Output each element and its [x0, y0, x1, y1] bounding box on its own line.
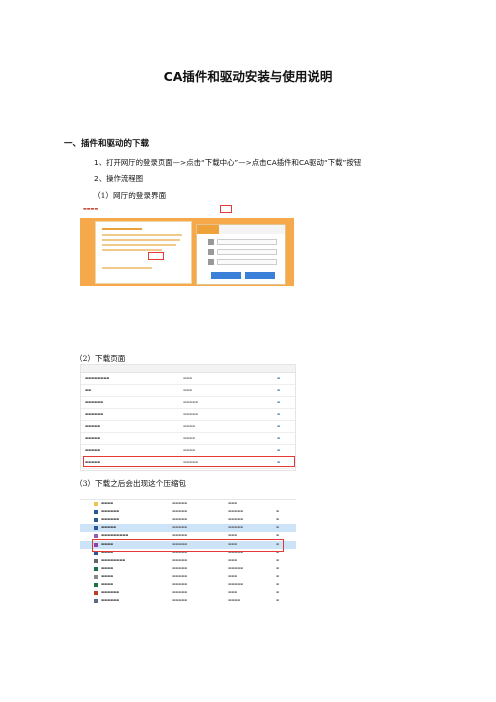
download-row: ▬▬▬▬▬▬▬▬▬▬▬▬	[81, 409, 295, 421]
download-row: ▬▬▬▬▬ ▬▬▬▬ ▬	[81, 421, 295, 433]
caption-login-page: （1）网厅的登录界面	[93, 191, 167, 200]
file-row: ▬▬▬▬▬▬▬▬▬▬▬▬▬▬▬▬	[80, 524, 296, 532]
screenshot-footer	[80, 286, 294, 302]
site-logo: ▬▬▬▬	[83, 206, 99, 211]
download-page-screenshot: ▬▬▬▬▬▬▬▬ ▬▬▬ ▬ ▬▬ ▬▬▬ ▬ ▬▬▬▬▬▬ ▬▬▬▬▬ ▬ ▬▬▬▬▬▬ ▬…	[80, 364, 296, 471]
file-row: ▬▬▬▬ ▬▬▬▬▬ ▬▬▬	[80, 500, 296, 508]
download-row: ▬▬ ▬▬▬ ▬	[81, 385, 295, 397]
ca-download-highlight	[83, 456, 295, 467]
document-title: CA插件和驱动安装与使用说明	[163, 69, 333, 84]
file-row: ▬▬▬▬▬▬▬▬▬▬▬▬▬▬▬▬▬	[80, 508, 296, 516]
file-row: ▬▬▬▬ ▬▬▬▬▬ ▬▬▬ ▬	[80, 573, 296, 581]
file-list-header	[80, 490, 296, 500]
file-row: ▬▬▬▬▬▬▬▬▬▬▬▬▬▬▬	[80, 589, 296, 597]
download-row: ▬▬▬▬▬▬▬▬▬▬▬▬	[81, 397, 295, 409]
login-field	[217, 239, 277, 245]
login-panel	[196, 224, 286, 285]
file-row: ▬▬▬▬▬▬▬▬▬▬▬▬▬▬▬▬▬	[80, 516, 296, 524]
caption-zip-package: （3）下载之后会出现这个压缩包	[75, 479, 187, 488]
login-field	[217, 249, 277, 255]
download-row: ▬▬▬▬▬ ▬▬▬▬ ▬	[81, 433, 295, 445]
file-row: ▬▬▬▬▬▬▬▬▬▬▬▬▬▬▬	[80, 581, 296, 589]
zip-file-highlight	[92, 539, 284, 552]
lock-icon	[208, 249, 214, 255]
file-list-screenshot: ▬▬▬▬ ▬▬▬▬▬ ▬▬▬ ▬▬▬▬▬▬ ▬▬▬▬▬ ▬▬▬▬▬ ▬ ▬▬▬▬▬▬ ▬▬▬…	[80, 490, 296, 608]
user-icon	[208, 239, 214, 245]
file-row: ▬▬▬▬▬▬▬▬▬▬▬▬▬▬▬▬▬	[80, 557, 296, 565]
reset-button	[245, 272, 275, 279]
section-heading: 一、插件和驱动的下载	[64, 139, 150, 149]
login-page-screenshot: ▬▬▬▬	[80, 202, 294, 302]
notice-highlight	[148, 252, 164, 260]
login-tab	[263, 225, 285, 234]
key-icon	[208, 259, 214, 265]
login-button	[211, 272, 241, 279]
login-tab	[219, 225, 241, 234]
login-tab	[241, 225, 263, 234]
file-row: ▬▬▬▬▬▬▬▬▬▬▬▬▬▬▬	[80, 565, 296, 573]
download-center-highlight	[220, 205, 232, 213]
file-row: ▬▬▬▬▬▬▬▬▬▬▬▬▬▬▬▬	[80, 597, 296, 605]
login-tab	[197, 225, 219, 234]
step-2-text: 2、操作流程图	[94, 174, 144, 183]
caption-download-page: （2）下载页面	[75, 354, 126, 363]
download-row: ▬▬▬▬▬▬▬▬▬▬▬▬	[81, 373, 295, 385]
download-center-header	[81, 365, 295, 373]
step-1-text: 1、打开网厅的登录页面—>点击“下载中心”—>点击CA插件和CA驱动“下载”按钮	[94, 158, 362, 167]
screenshot-header: ▬▬▬▬	[80, 202, 294, 219]
login-field	[217, 259, 277, 265]
notice-panel	[95, 221, 192, 284]
